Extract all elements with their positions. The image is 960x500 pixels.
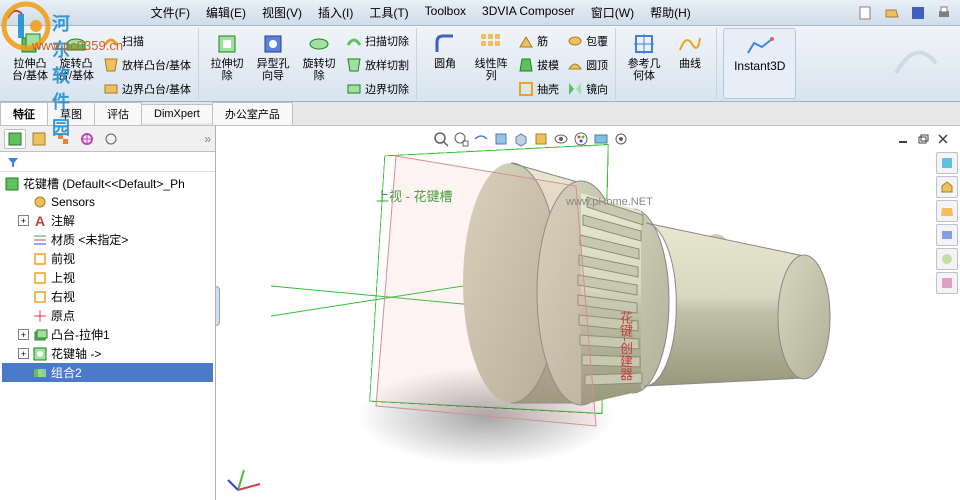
site-watermark-text: 河东软件园 xyxy=(52,10,70,140)
taskpane-custom-button[interactable] xyxy=(936,272,958,294)
task-pane xyxy=(936,152,960,294)
dome-button[interactable]: 圆顶 xyxy=(564,54,611,76)
menu-file[interactable]: 文件(F) xyxy=(143,4,198,21)
menu-toolbox[interactable]: Toolbox xyxy=(417,4,474,21)
section-view-icon[interactable] xyxy=(492,130,510,148)
linear-pattern-button[interactable]: 线性阵列 xyxy=(469,30,513,84)
mdi-window-controls xyxy=(894,130,952,148)
viewport-watermark: www.pHome.NET xyxy=(566,196,653,208)
view-settings-icon[interactable] xyxy=(612,130,630,148)
menu-window[interactable]: 窗口(W) xyxy=(583,4,642,21)
hide-show-icon[interactable] xyxy=(552,130,570,148)
feature-manager-tab[interactable] xyxy=(4,129,26,149)
tab-evaluate[interactable]: 评估 xyxy=(94,102,142,125)
orientation-triad-icon[interactable] xyxy=(226,466,266,496)
view-orientation-icon[interactable] xyxy=(512,130,530,148)
property-manager-tab[interactable] xyxy=(28,129,50,149)
feature-vertical-label: 花键-创建器 xyxy=(616,311,635,380)
tree-plane-right[interactable]: 右视 xyxy=(2,287,213,306)
command-manager-tabs: 特征 草图 评估 DimXpert 办公室产品 xyxy=(0,102,960,126)
qat-print-button[interactable] xyxy=(934,3,954,23)
site-watermark-url: www.pc0359.cn xyxy=(32,38,123,53)
menu-insert[interactable]: 插入(I) xyxy=(310,4,361,21)
tree-filter-bar[interactable] xyxy=(0,152,215,172)
tree-root-part[interactable]: 花键槽 (Default<<Default>_Ph xyxy=(2,174,213,193)
qat-new-button[interactable] xyxy=(856,3,876,23)
tree-material[interactable]: 材质 <未指定> xyxy=(2,230,213,249)
mirror-button[interactable]: 镜向 xyxy=(564,78,611,100)
loft-cut-button[interactable]: 放样切割 xyxy=(343,54,412,76)
tab-office[interactable]: 办公室产品 xyxy=(212,102,293,125)
menu-view[interactable]: 视图(V) xyxy=(254,4,310,21)
3d-model[interactable] xyxy=(336,128,896,468)
zoom-area-icon[interactable] xyxy=(452,130,470,148)
taskpane-explorer-button[interactable] xyxy=(936,200,958,222)
menu-composer[interactable]: 3DVIA Composer xyxy=(474,4,583,21)
shell-button[interactable]: 抽壳 xyxy=(515,78,562,100)
tree-plane-front[interactable]: 前视 xyxy=(2,249,213,268)
tree-origin[interactable]: 原点 xyxy=(2,306,213,325)
loft-button[interactable]: 放样凸台/基体 xyxy=(100,54,194,76)
instant3d-button[interactable]: Instant3D xyxy=(723,28,796,99)
tree-feature-extrude[interactable]: +凸台-拉伸1 xyxy=(2,325,213,344)
feature-tree-body: 花键槽 (Default<<Default>_Ph Sensors +A注解 材… xyxy=(0,172,215,500)
dimxpert-manager-tab[interactable] xyxy=(76,129,98,149)
menu-help[interactable]: 帮助(H) xyxy=(642,4,699,21)
reference-geometry-button[interactable]: 参考几何体 xyxy=(622,30,666,84)
heads-up-toolbar xyxy=(432,130,630,148)
boundary-cut-button[interactable]: 边界切除 xyxy=(343,78,412,100)
extrude-cut-button[interactable]: 拉伸切除 xyxy=(205,30,249,84)
sweep-cut-button[interactable]: 扫描切除 xyxy=(343,30,412,52)
qat-save-button[interactable] xyxy=(908,3,928,23)
taskpane-appearances-button[interactable] xyxy=(936,248,958,270)
tree-plane-top[interactable]: 上视 xyxy=(2,268,213,287)
mdi-minimize-button[interactable] xyxy=(894,130,912,148)
dassault-logo-icon xyxy=(886,28,946,88)
taskpane-library-button[interactable] xyxy=(936,176,958,198)
menu-edit[interactable]: 编辑(E) xyxy=(198,4,254,21)
wrap-button[interactable]: 包覆 xyxy=(564,30,611,52)
panel-splitter-handle[interactable] xyxy=(216,286,220,326)
taskpane-palette-button[interactable] xyxy=(936,224,958,246)
zoom-fit-icon[interactable] xyxy=(432,130,450,148)
ribbon-toolbar: 拉伸凸台/基体 旋转凸台/基体 扫描 放样凸台/基体 边界凸台/基体 拉伸切除 … xyxy=(0,26,960,102)
display-manager-tab[interactable] xyxy=(100,129,122,149)
fillet-button[interactable]: 圆角 xyxy=(423,30,467,72)
draft-button[interactable]: 拔模 xyxy=(515,54,562,76)
rib-button[interactable]: 筋 xyxy=(515,30,562,52)
filter-icon xyxy=(6,155,20,169)
curves-button[interactable]: 曲线 xyxy=(668,30,712,72)
tree-feature-spline[interactable]: +花键轴 -> xyxy=(2,344,213,363)
tree-feature-combine[interactable]: 组合2 xyxy=(2,363,213,382)
3d-viewport[interactable]: 上视 - 花键槽 花键-创建器 www.pHome.NET xyxy=(216,126,960,500)
manager-tabs: » xyxy=(0,126,215,152)
qat-open-button[interactable] xyxy=(882,3,902,23)
revolve-cut-button[interactable]: 旋转切除 xyxy=(297,30,341,84)
title-bar: SOLIDWORKS 文件(F) 编辑(E) 视图(V) 插入(I) 工具(T)… xyxy=(0,0,960,26)
main-menu: 文件(F) 编辑(E) 视图(V) 插入(I) 工具(T) Toolbox 3D… xyxy=(143,4,699,21)
plane-label: 上视 - 花键槽 xyxy=(376,186,453,205)
menu-tools[interactable]: 工具(T) xyxy=(361,4,416,21)
panel-expand-icon[interactable]: » xyxy=(204,132,211,146)
previous-view-icon[interactable] xyxy=(472,130,490,148)
taskpane-resources-button[interactable] xyxy=(936,152,958,174)
edit-appearance-icon[interactable] xyxy=(572,130,590,148)
feature-manager-panel: » 花键槽 (Default<<Default>_Ph Sensors +A注解… xyxy=(0,126,216,500)
apply-scene-icon[interactable] xyxy=(592,130,610,148)
display-style-icon[interactable] xyxy=(532,130,550,148)
tab-features[interactable]: 特征 xyxy=(0,102,48,125)
mdi-restore-button[interactable] xyxy=(914,130,932,148)
boundary-button[interactable]: 边界凸台/基体 xyxy=(100,78,194,100)
tree-sensors[interactable]: Sensors xyxy=(2,193,213,211)
tab-dimxpert[interactable]: DimXpert xyxy=(141,104,213,123)
mdi-close-button[interactable] xyxy=(934,130,952,148)
tree-annotations[interactable]: +A注解 xyxy=(2,211,213,230)
hole-wizard-button[interactable]: 异型孔向导 xyxy=(251,30,295,84)
